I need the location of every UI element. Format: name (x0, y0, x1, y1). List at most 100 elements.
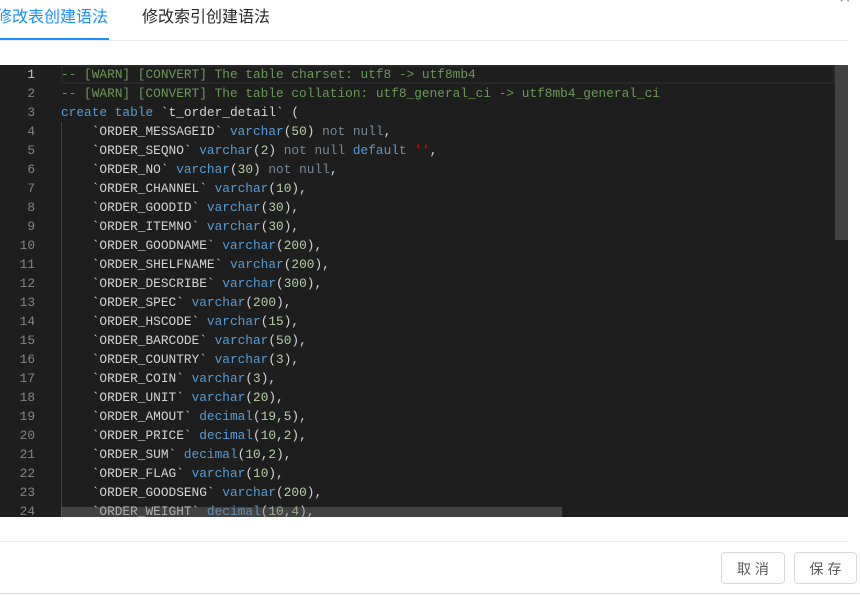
code-text: ), (306, 238, 323, 253)
code-text: ), (291, 409, 307, 424)
line-number: 1 (27, 67, 35, 82)
code-text: ( (253, 143, 261, 158)
code-text: `ORDER_SEQNO` (61, 143, 200, 158)
code-text: `ORDER_GOODID` (61, 200, 207, 215)
code-line[interactable]: `ORDER_GOODNAME` varchar(200), (61, 236, 835, 255)
code-line[interactable]: `ORDER_FLAG` varchar(10), (61, 464, 835, 483)
comment-token: -- [WARN] [CONVERT] The table charset: u… (61, 67, 476, 82)
vertical-scrollbar-thumb[interactable] (835, 65, 848, 240)
number-token: 200 (253, 295, 277, 310)
horizontal-scrollbar-thumb[interactable] (61, 507, 562, 517)
code-line[interactable]: `ORDER_SPEC` varchar(200), (61, 293, 835, 312)
line-number: 13 (19, 295, 35, 310)
dialog-bottom-border (0, 593, 860, 594)
keyword-token: varchar (214, 181, 269, 196)
code-line[interactable]: `ORDER_MESSAGEID` varchar(50) not null, (61, 122, 835, 141)
code-text: `ORDER_SPEC` (61, 295, 192, 310)
code-text: ( (245, 371, 254, 386)
keyword-token: varchar (222, 485, 277, 500)
code-line[interactable]: `ORDER_HSCODE` varchar(15), (61, 312, 835, 331)
code-text: `ORDER_BARCODE` (61, 333, 215, 348)
code-text: `ORDER_FLAG` (61, 466, 192, 481)
code-text: `ORDER_GOODNAME` (61, 238, 223, 253)
keyword-token: create table (61, 105, 154, 120)
number-token: 200 (291, 257, 315, 272)
number-token: 10 (276, 181, 292, 196)
code-line[interactable]: `ORDER_SUM` decimal(10,2), (61, 445, 835, 464)
code-line[interactable]: `ORDER_COUNTRY` varchar(3), (61, 350, 835, 369)
code-line[interactable]: create table `t_order_detail` ( (61, 103, 835, 122)
code-line[interactable]: `ORDER_COIN` varchar(3), (61, 369, 835, 388)
keyword-token: varchar (191, 390, 246, 405)
operator-token: not null (283, 143, 346, 158)
code-text: ), (260, 371, 277, 386)
code-text: ( (268, 352, 277, 367)
keyword-token: varchar (191, 466, 246, 481)
vertical-scrollbar[interactable] (835, 65, 848, 517)
tab-table-create-syntax[interactable]: 修改表创建语法 (0, 7, 108, 29)
code-line[interactable]: `ORDER_ITEMNO` varchar(30), (61, 217, 835, 236)
number-token: 200 (283, 485, 307, 500)
code-line[interactable]: `ORDER_BARCODE` varchar(50), (61, 331, 835, 350)
code-line[interactable]: `ORDER_SHELFNAME` varchar(200), (61, 255, 835, 274)
code-text: ), (283, 352, 300, 367)
code-text: ) (306, 124, 323, 139)
tab-index-create-syntax[interactable]: 修改索引创建语法 (142, 7, 270, 29)
number-token: 15 (268, 314, 284, 329)
code-line[interactable]: `ORDER_CHANNEL` varchar(10), (61, 179, 835, 198)
keyword-token: varchar (206, 219, 261, 234)
number-token: 10 (260, 428, 277, 443)
save-button[interactable]: 保 存 (794, 552, 857, 584)
line-number: 17 (19, 371, 35, 386)
line-number: 9 (27, 219, 35, 234)
code-line[interactable]: `ORDER_SEQNO` varchar(2) not null defaul… (61, 141, 835, 160)
code-text: , (276, 409, 284, 424)
code-text: ), (306, 276, 323, 291)
code-line[interactable]: `ORDER_UNIT` varchar(20), (61, 388, 835, 407)
line-number: 6 (27, 162, 35, 177)
code-text: ( (245, 390, 254, 405)
keyword-token: decimal (183, 447, 238, 462)
code-line[interactable]: -- [WARN] [CONVERT] The table collation:… (61, 84, 835, 103)
close-icon[interactable]: × (839, 0, 851, 8)
code-text: `t_order_detail` ( (153, 105, 300, 120)
code-text: ), (291, 181, 307, 196)
code-line[interactable]: `ORDER_DESCRIBE` varchar(300), (61, 274, 835, 293)
code-editor[interactable]: 1 2 3 4 5 6 7 8 9 10 11 12 13 14 15 16 17 18 19 20 21 22 23 24 … (0, 65, 848, 517)
cancel-button[interactable]: 取 消 (721, 552, 785, 584)
number-token: 30 (268, 200, 284, 215)
code-text: , (383, 124, 392, 139)
number-token: 30 (237, 162, 254, 177)
code-text: `ORDER_SUM` (61, 447, 184, 462)
code-text: , (429, 143, 438, 158)
line-number: 21 (19, 447, 35, 462)
code-text: ( (253, 428, 261, 443)
number-token: 50 (291, 124, 307, 139)
code-text: ( (276, 485, 284, 500)
code-text: ), (276, 447, 292, 462)
code-text: ), (268, 466, 284, 481)
code-text: `ORDER_GOODSENG` (61, 485, 223, 500)
code-text: , (276, 428, 284, 443)
code-text: ( (253, 409, 261, 424)
number-token: 50 (276, 333, 292, 348)
code-line[interactable]: `ORDER_PRICE` decimal(10,2), (61, 426, 835, 445)
code-line[interactable]: `ORDER_AMOUT` decimal(19,5), (61, 407, 835, 426)
keyword-token: varchar (191, 371, 246, 386)
keyword-token: varchar (191, 295, 246, 310)
keyword-token: varchar (206, 200, 261, 215)
keyword-token: varchar (176, 162, 230, 177)
code-content[interactable]: -- [WARN] [CONVERT] The table charset: u… (61, 65, 835, 517)
code-text: `ORDER_COUNTRY` (61, 352, 215, 367)
code-text: `ORDER_COIN` (61, 371, 192, 386)
code-text: `ORDER_UNIT` (61, 390, 192, 405)
code-line[interactable]: `ORDER_NO` varchar(30) not null, (61, 160, 835, 179)
code-text: `ORDER_NO` (61, 162, 177, 177)
line-number: 2 (27, 86, 35, 101)
code-line[interactable]: `ORDER_GOODID` varchar(30), (61, 198, 835, 217)
code-text: ( (229, 162, 238, 177)
code-line[interactable]: `ORDER_GOODSENG` varchar(200), (61, 483, 835, 502)
string-token: '' (414, 143, 430, 158)
code-line[interactable]: -- [WARN] [CONVERT] The table charset: u… (61, 65, 835, 84)
line-number: 8 (27, 200, 35, 215)
